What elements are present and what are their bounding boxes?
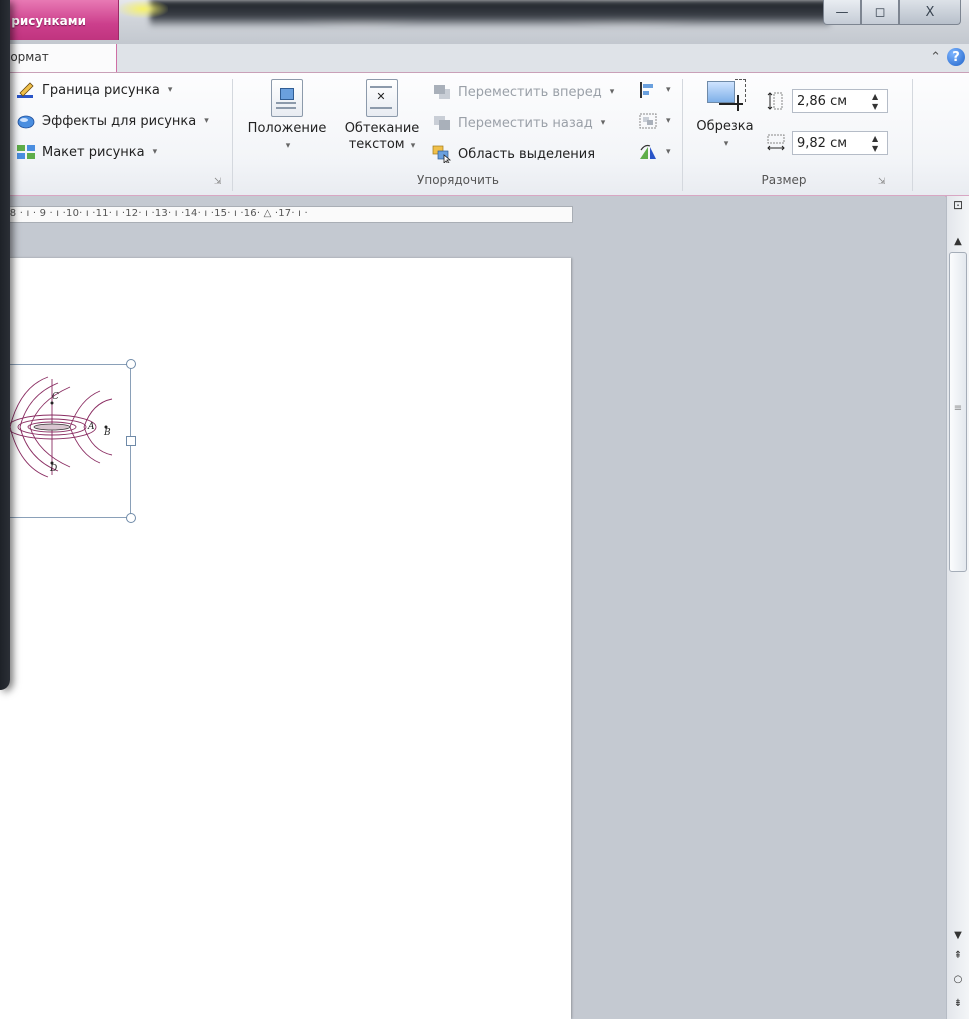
selection-pane-icon: [432, 145, 452, 163]
width-spinner[interactable]: ▲ ▼: [872, 134, 878, 154]
size-group-label: Размер: [761, 173, 807, 187]
bring-forward-label: Переместить вперед: [458, 84, 602, 100]
width-icon: [767, 134, 785, 151]
dropdown-arrow-icon: ▾: [723, 139, 729, 149]
bring-forward-button[interactable]: Переместить вперед ▾: [432, 83, 614, 101]
restore-icon: ◻: [874, 4, 886, 20]
height-spinner[interactable]: ▲ ▼: [872, 92, 878, 112]
send-backward-icon: [434, 116, 450, 130]
close-icon: X: [925, 4, 935, 20]
context-tab-header: с рисунками: [0, 0, 119, 40]
group-separator: [912, 79, 913, 191]
align-icon: [640, 82, 653, 98]
group-separator: [232, 79, 233, 191]
resize-handle-right[interactable]: [126, 436, 136, 446]
group-separator: [682, 79, 683, 191]
layout-icon: [17, 145, 35, 159]
crop-icon: [705, 79, 746, 117]
group-icon: [639, 113, 657, 129]
picture-effects-button[interactable]: Эффекты для рисунка ▾: [16, 112, 209, 130]
pen-border-icon: [17, 82, 34, 98]
field-lines-figure: C A B D: [1, 376, 113, 478]
blurred-window-overlay: [150, 0, 830, 28]
effects-icon: [17, 115, 35, 129]
dropdown-arrow-icon: ▾: [600, 118, 606, 128]
picture-border-label: Граница рисунка: [42, 82, 160, 98]
label-a: A: [87, 422, 95, 432]
send-backward-button[interactable]: Переместить назад ▾: [432, 114, 605, 132]
selection-pane-button[interactable]: Область выделения: [432, 145, 595, 163]
arrange-group-label: Упорядочить: [417, 173, 499, 187]
rotate-button[interactable]: ▾: [638, 143, 671, 161]
label-b: B: [103, 428, 111, 438]
dropdown-arrow-icon: ▾: [285, 141, 291, 151]
grip-icon: ≡: [953, 403, 963, 414]
resize-handle-bottom-right[interactable]: [126, 513, 136, 523]
ribbon-tabs: Формат ⌃ ?: [0, 44, 969, 73]
ruler-marks: · 8 · ı · 9 · ı ·10· ı ·11· ı ·12· ı ·13…: [3, 208, 308, 219]
picture-layout-button[interactable]: Макет рисунка ▾: [16, 143, 157, 161]
collapse-ribbon-icon[interactable]: ⌃: [930, 50, 941, 65]
picture-border-button[interactable]: Граница рисунка ▾: [16, 81, 172, 99]
height-value: 2,86 см: [797, 94, 848, 109]
dropdown-arrow-icon: ▾: [152, 147, 158, 157]
width-value: 9,82 см: [797, 136, 848, 151]
dropdown-arrow-icon: ▾: [666, 85, 671, 95]
position-button[interactable]: Положение ▾: [242, 79, 332, 154]
crop-label: Обрезка: [696, 119, 754, 134]
wrap-text-label-2: текстом: [348, 137, 405, 152]
overlapping-window-edge: [0, 0, 10, 690]
picture-layout-label: Макет рисунка: [42, 144, 145, 160]
scroll-thumb[interactable]: ≡: [949, 252, 967, 572]
rotate-icon: [640, 144, 656, 159]
dropdown-arrow-icon: ▾: [204, 116, 209, 126]
picture-effects-label: Эффекты для рисунка: [42, 113, 197, 129]
bring-forward-icon: [434, 85, 450, 99]
dropdown-arrow-icon: ▾: [666, 116, 671, 126]
restore-button[interactable]: ◻: [861, 0, 899, 25]
window-controls: — ◻ X: [823, 0, 961, 28]
previous-page-button[interactable]: ⇞: [949, 950, 967, 961]
dialog-launcher-icon[interactable]: ⇲: [214, 177, 222, 187]
selection-pane-label: Область выделения: [458, 146, 596, 162]
wrap-text-button[interactable]: ✕ Обтекание текстом ▾: [338, 79, 426, 154]
minimize-button[interactable]: —: [823, 0, 861, 25]
label-c: C: [52, 392, 59, 402]
next-page-button[interactable]: ⇟: [949, 998, 967, 1009]
group-button[interactable]: ▾: [638, 112, 671, 130]
help-icon[interactable]: ?: [947, 48, 965, 66]
wrap-text-icon: ✕: [366, 79, 398, 117]
scroll-down-button[interactable]: ▼: [949, 930, 967, 941]
scroll-up-button[interactable]: ▲: [949, 236, 967, 247]
context-tab-title: с рисунками: [0, 14, 86, 28]
position-icon: [271, 79, 303, 117]
selected-picture[interactable]: C A B D: [0, 364, 131, 518]
wrap-text-label-1: Обтекание: [344, 121, 420, 136]
position-label: Положение: [247, 121, 327, 136]
align-button[interactable]: ▾: [638, 81, 671, 99]
close-button[interactable]: X: [899, 0, 961, 25]
select-browse-object-button[interactable]: ○: [949, 974, 967, 985]
vertical-scrollbar[interactable]: ⊡ ▲ ≡ ▼ ⇞ ○ ⇟: [946, 196, 969, 1019]
ribbon: Граница рисунка ▾ Эффекты для рисунка ▾ …: [0, 73, 969, 197]
horizontal-ruler[interactable]: · 8 · ı · 9 · ı ·10· ı ·11· ı ·12· ı ·13…: [0, 206, 573, 223]
resize-handle-top-right[interactable]: [126, 359, 136, 369]
view-ruler-icon[interactable]: ⊡: [949, 198, 967, 212]
aero-highlight: [118, 0, 168, 18]
dropdown-arrow-icon: ▾: [666, 147, 671, 157]
send-backward-label: Переместить назад: [458, 115, 593, 131]
minimize-icon: —: [835, 4, 849, 20]
title-bar: с рисунками — ◻ X: [0, 0, 969, 44]
dropdown-arrow-icon: ▾: [410, 141, 416, 151]
dropdown-arrow-icon: ▾: [167, 85, 173, 95]
dialog-launcher-icon[interactable]: ⇲: [878, 177, 886, 187]
label-d: D: [49, 464, 57, 474]
height-icon: [767, 92, 783, 110]
dropdown-arrow-icon: ▾: [609, 87, 615, 97]
tab-format[interactable]: Формат: [0, 44, 117, 72]
crop-button[interactable]: Обрезка ▾: [690, 79, 760, 152]
